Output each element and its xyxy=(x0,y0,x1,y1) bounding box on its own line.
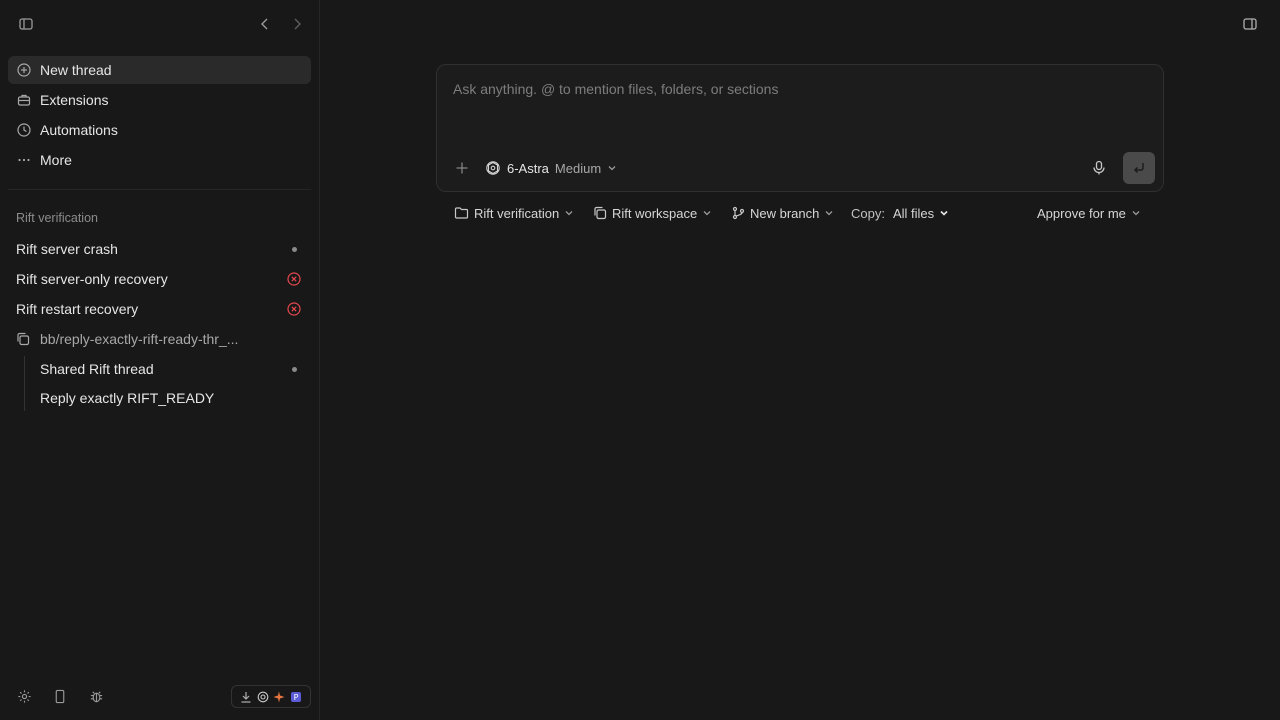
bug-icon[interactable] xyxy=(84,684,108,708)
worktree-label: bb/reply-exactly-rift-ready-thr_... xyxy=(40,331,239,347)
folder-icon xyxy=(454,206,469,220)
ellipsis-icon xyxy=(16,152,32,168)
sparkle-logo-icon xyxy=(273,691,285,703)
section-label: Rift verification xyxy=(16,211,98,225)
nav-extensions[interactable]: Extensions xyxy=(8,86,311,114)
tree-line xyxy=(24,356,25,411)
gear-icon[interactable] xyxy=(12,684,36,708)
copy-stack-icon xyxy=(593,206,607,220)
nav-label: Extensions xyxy=(40,92,109,108)
worktree-item[interactable]: bb/reply-exactly-rift-ready-thr_... xyxy=(8,325,311,353)
chevron-down-icon xyxy=(824,208,834,218)
approval-label: Approve for me xyxy=(1037,205,1126,221)
copy-selector[interactable]: Copy: All files xyxy=(851,202,949,224)
main-panel: 6-Astra Medium Rift verification xyxy=(320,0,1280,720)
project-selector[interactable]: Rift verification xyxy=(454,202,574,224)
workspace-selector[interactable]: Rift workspace xyxy=(593,202,712,224)
model-name: 6-Astra xyxy=(507,160,549,176)
workspace-label: Rift workspace xyxy=(612,205,698,221)
thread-label: Reply exactly RIFT_READY xyxy=(40,390,215,406)
error-circle-icon xyxy=(285,272,303,286)
nav-label: More xyxy=(40,152,72,168)
model-selector[interactable]: 6-Astra Medium xyxy=(485,158,617,178)
copy-label: Copy: xyxy=(851,205,885,221)
copy-value: All files xyxy=(892,205,935,221)
approval-selector[interactable]: Approve for me xyxy=(1037,202,1141,224)
status-dot-icon xyxy=(285,366,303,372)
panel-toggle-icon[interactable] xyxy=(1238,12,1262,36)
nav-label: Automations xyxy=(40,122,118,138)
thread-item[interactable]: Rift restart recovery xyxy=(8,295,311,323)
chevron-down-icon xyxy=(607,163,617,173)
add-attachment-icon[interactable] xyxy=(450,156,474,180)
thread-item[interactable]: Shared Rift thread xyxy=(32,355,311,383)
thread-item[interactable]: Rift server crash xyxy=(8,235,311,263)
model-logo-icon xyxy=(485,160,501,176)
nav-new-thread[interactable]: New thread xyxy=(8,56,311,84)
status-dot-icon xyxy=(285,246,303,252)
thread-item[interactable]: Rift server-only recovery xyxy=(8,265,311,293)
project-label: Rift verification xyxy=(474,205,560,221)
nav-more[interactable]: More xyxy=(8,146,311,174)
nav-label: New thread xyxy=(40,62,112,78)
composer: 6-Astra Medium xyxy=(436,64,1164,192)
openai-logo-icon xyxy=(257,691,269,703)
thread-label: Rift server crash xyxy=(16,241,118,257)
sidebar-toggle-icon[interactable] xyxy=(14,12,38,36)
branch-label: New branch xyxy=(750,205,820,221)
chevron-down-icon xyxy=(564,208,574,218)
thread-label: Rift server-only recovery xyxy=(16,271,168,287)
back-chevron-icon[interactable] xyxy=(253,12,277,36)
branch-selector[interactable]: New branch xyxy=(732,202,834,224)
sidebar: New thread Extensions Automations More R… xyxy=(0,0,320,720)
download-icon xyxy=(240,691,252,703)
prompt-input[interactable] xyxy=(453,79,1143,139)
plus-circle-icon xyxy=(16,62,32,78)
error-circle-icon xyxy=(285,302,303,316)
sidebar-divider xyxy=(8,189,311,190)
app-logo-icon: P xyxy=(290,691,302,703)
briefcase-icon xyxy=(16,92,32,108)
svg-text:P: P xyxy=(293,693,298,702)
integrations-tray[interactable]: P xyxy=(231,685,311,708)
forward-chevron-icon[interactable] xyxy=(285,12,309,36)
composer-toolbar: Rift verification Rift workspace New bra… xyxy=(436,202,1164,224)
clock-icon xyxy=(16,122,32,138)
thread-label: Rift restart recovery xyxy=(16,301,139,317)
chevron-down-icon xyxy=(939,208,949,218)
model-effort: Medium xyxy=(554,160,602,176)
nav-automations[interactable]: Automations xyxy=(8,116,311,144)
microphone-icon[interactable] xyxy=(1087,156,1111,180)
chevron-down-icon xyxy=(1131,208,1141,218)
thread-item[interactable]: Reply exactly RIFT_READY xyxy=(32,384,311,412)
copy-stack-icon xyxy=(16,331,32,347)
thread-label: Shared Rift thread xyxy=(40,361,154,377)
phone-icon[interactable] xyxy=(48,684,72,708)
git-branch-icon xyxy=(732,206,745,220)
chevron-down-icon xyxy=(702,208,712,218)
send-button[interactable] xyxy=(1123,152,1155,184)
